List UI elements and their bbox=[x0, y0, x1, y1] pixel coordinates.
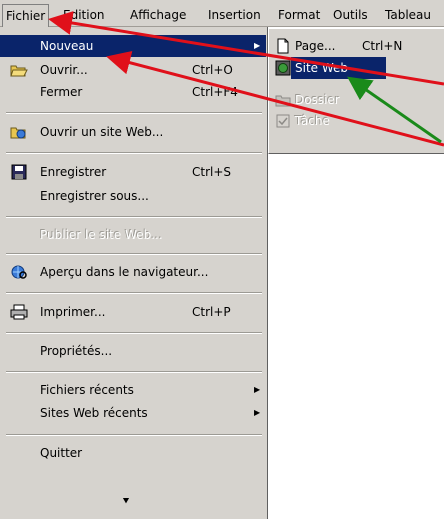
menu-item-label: Imprimer... bbox=[40, 305, 106, 319]
menu-item-ouvrir[interactable]: Ouvrir... Ctrl+O bbox=[0, 59, 266, 81]
open-folder-icon bbox=[10, 62, 28, 78]
task-icon bbox=[275, 113, 291, 129]
menu-item-label: Nouveau bbox=[40, 39, 94, 53]
menu-format[interactable]: Format bbox=[278, 7, 320, 23]
menu-item-label: Ouvrir... bbox=[40, 63, 88, 77]
submenu-item-page[interactable]: Page... Ctrl+N bbox=[269, 35, 444, 57]
fichier-dropdown-menu: Nouveau ▶ Ouvrir... Ctrl+O Fermer Ctrl+F… bbox=[0, 27, 268, 519]
menu-separator bbox=[6, 112, 262, 114]
menu-affichage[interactable]: Affichage bbox=[130, 7, 186, 23]
menu-item-label: Publier le site Web... bbox=[40, 228, 163, 242]
menu-item-fermer[interactable]: Fermer Ctrl+F4 bbox=[0, 81, 266, 103]
menu-insertion[interactable]: Insertion bbox=[208, 7, 261, 23]
submenu-item-label: Page... bbox=[295, 39, 336, 53]
menu-separator bbox=[6, 292, 262, 294]
submenu-item-dossier: Dossier bbox=[269, 89, 444, 111]
menu-separator bbox=[6, 332, 262, 334]
menu-item-label: Sites Web récents bbox=[40, 406, 148, 420]
submenu-item-label: Tâche bbox=[295, 114, 330, 128]
menu-item-imprimer[interactable]: Imprimer... Ctrl+P bbox=[0, 301, 266, 323]
website-icon bbox=[275, 60, 291, 76]
expand-menu-chevron-icon[interactable]: ⯆ bbox=[122, 496, 130, 507]
menu-separator bbox=[6, 216, 262, 218]
menu-item-shortcut: Ctrl+F4 bbox=[192, 85, 238, 99]
menu-item-shortcut: Ctrl+S bbox=[192, 165, 232, 179]
submenu-arrow-icon: ▶ bbox=[254, 385, 261, 394]
menu-item-label: Enregistrer sous... bbox=[40, 189, 149, 203]
folder-icon bbox=[275, 92, 291, 108]
submenu-arrow-icon: ▶ bbox=[254, 408, 261, 417]
menu-item-enregistrer[interactable]: Enregistrer Ctrl+S bbox=[0, 161, 266, 183]
menu-fichier[interactable]: Fichier bbox=[2, 4, 50, 27]
menu-item-label: Enregistrer bbox=[40, 165, 107, 179]
submenu-item-label: Site Web bbox=[291, 57, 387, 79]
menu-item-sites-web-recents[interactable]: Sites Web récents ▶ bbox=[0, 402, 266, 424]
menu-item-label: Aperçu dans le navigateur... bbox=[40, 265, 209, 279]
menu-item-ouvrir-site-web[interactable]: Ouvrir un site Web... bbox=[0, 121, 266, 143]
submenu-item-label: Dossier bbox=[295, 93, 340, 107]
printer-icon bbox=[10, 304, 28, 320]
floppy-disk-icon bbox=[10, 164, 28, 180]
menu-item-label: Quitter bbox=[40, 446, 83, 460]
menu-item-fichiers-recents[interactable]: Fichiers récents ▶ bbox=[0, 379, 266, 401]
menu-item-shortcut: Ctrl+O bbox=[192, 63, 233, 77]
menu-item-quitter[interactable]: Quitter bbox=[0, 442, 266, 464]
menu-item-nouveau[interactable]: Nouveau ▶ bbox=[0, 35, 266, 57]
menu-item-publier-site-web: Publier le site Web... bbox=[0, 224, 266, 246]
menu-item-label: Fichiers récents bbox=[40, 383, 134, 397]
submenu-item-shortcut: Ctrl+N bbox=[362, 39, 403, 53]
submenu-item-tache: Tâche bbox=[269, 110, 444, 132]
menu-item-label: Propriétés... bbox=[40, 344, 113, 358]
menu-item-shortcut: Ctrl+P bbox=[192, 305, 231, 319]
menu-item-apercu-navigateur[interactable]: Aperçu dans le navigateur... bbox=[0, 261, 266, 283]
nouveau-submenu: Page... Ctrl+N Site Web Dossier Tâche bbox=[268, 28, 444, 154]
menu-outils[interactable]: Outils bbox=[333, 7, 368, 23]
open-web-folder-icon bbox=[10, 124, 28, 140]
menu-item-label: Ouvrir un site Web... bbox=[40, 125, 164, 139]
menu-separator bbox=[6, 434, 262, 436]
browser-preview-icon bbox=[10, 264, 28, 280]
menu-separator bbox=[6, 253, 262, 255]
page-icon bbox=[275, 38, 291, 54]
submenu-item-site-web[interactable]: Site Web bbox=[269, 57, 444, 79]
menu-edition[interactable]: Edition bbox=[63, 7, 105, 23]
menu-item-proprietes[interactable]: Propriétés... bbox=[0, 340, 266, 362]
menu-separator bbox=[6, 371, 262, 373]
menu-bar: Fichier Edition Affichage Insertion Form… bbox=[0, 0, 444, 27]
menu-separator bbox=[6, 152, 262, 154]
menu-tableau[interactable]: Tableau bbox=[385, 7, 431, 23]
submenu-arrow-icon: ▶ bbox=[254, 41, 261, 50]
menu-item-enregistrer-sous[interactable]: Enregistrer sous... bbox=[0, 185, 266, 207]
menu-item-label: Fermer bbox=[40, 85, 83, 99]
